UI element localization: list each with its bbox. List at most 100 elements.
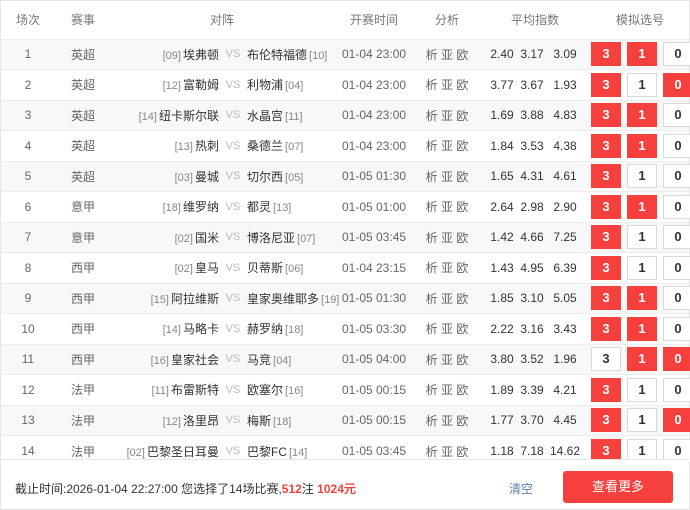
asian-odds-link[interactable]: 亚 [441,48,453,62]
home-team[interactable]: [02] 皇马 [111,253,221,284]
clear-button[interactable]: 清空 [509,480,533,497]
view-more-button[interactable]: 查看更多 [563,471,673,503]
analysis-link[interactable]: 析 [426,139,438,153]
asian-odds-link[interactable]: 亚 [441,139,453,153]
euro-odds-link[interactable]: 欧 [456,170,468,184]
away-team[interactable]: 布伦特福德 [10] [245,39,333,70]
asian-odds-link[interactable]: 亚 [441,78,453,92]
pick-button-3[interactable]: 3 [591,408,622,433]
euro-odds-link[interactable]: 欧 [456,445,468,459]
pick-button-1[interactable]: 1 [627,72,658,97]
pick-button-0[interactable]: 0 [663,286,690,311]
home-team[interactable]: [03] 曼城 [111,161,221,192]
asian-odds-link[interactable]: 亚 [441,353,453,367]
pick-button-1[interactable]: 1 [627,377,658,402]
asian-odds-link[interactable]: 亚 [441,231,453,245]
pick-button-1[interactable]: 1 [627,103,658,128]
analysis-link[interactable]: 析 [426,322,438,336]
analysis-link[interactable]: 析 [426,170,438,184]
pick-button-0[interactable]: 0 [663,42,690,67]
away-team[interactable]: 水晶宫 [11] [245,100,333,131]
pick-button-0[interactable]: 0 [663,255,690,280]
euro-odds-link[interactable]: 欧 [456,231,468,245]
away-team[interactable]: 欧塞尔 [16] [245,375,333,406]
away-team[interactable]: 贝蒂斯 [06] [245,253,333,284]
analysis-link[interactable]: 析 [426,445,438,459]
asian-odds-link[interactable]: 亚 [441,261,453,275]
home-team[interactable]: [14] 纽卡斯尔联 [111,100,221,131]
pick-button-1[interactable]: 1 [627,316,658,341]
euro-odds-link[interactable]: 欧 [456,322,468,336]
euro-odds-link[interactable]: 欧 [456,109,468,123]
away-team[interactable]: 切尔西 [05] [245,161,333,192]
analysis-link[interactable]: 析 [426,292,438,306]
asian-odds-link[interactable]: 亚 [441,109,453,123]
pick-button-0[interactable]: 0 [663,164,690,189]
home-team[interactable]: [12] 洛里昂 [111,405,221,436]
asian-odds-link[interactable]: 亚 [441,322,453,336]
pick-button-1[interactable]: 1 [627,286,658,311]
pick-button-3[interactable]: 3 [591,72,622,97]
away-team[interactable]: 皇家奥维耶多 [19] [245,283,339,314]
euro-odds-link[interactable]: 欧 [456,139,468,153]
pick-button-0[interactable]: 0 [663,133,690,158]
pick-button-0[interactable]: 0 [663,194,690,219]
pick-button-3[interactable]: 3 [591,164,622,189]
analysis-link[interactable]: 析 [426,261,438,275]
analysis-link[interactable]: 析 [426,414,438,428]
away-team[interactable]: 博洛尼亚 [07] [245,222,333,253]
pick-button-3[interactable]: 3 [591,255,622,280]
pick-button-0[interactable]: 0 [663,377,690,402]
away-team[interactable]: 桑德兰 [07] [245,131,333,162]
pick-button-0[interactable]: 0 [663,408,690,433]
pick-button-3[interactable]: 3 [591,194,622,219]
pick-button-3[interactable]: 3 [591,377,622,402]
home-team[interactable]: [11] 布雷斯特 [111,375,221,406]
away-team[interactable]: 马竞 [04] [245,344,333,375]
pick-button-3[interactable]: 3 [591,316,622,341]
pick-button-1[interactable]: 1 [627,347,658,372]
asian-odds-link[interactable]: 亚 [441,445,453,459]
pick-button-1[interactable]: 1 [627,255,658,280]
pick-button-3[interactable]: 3 [591,286,622,311]
analysis-link[interactable]: 析 [426,109,438,123]
analysis-link[interactable]: 析 [426,353,438,367]
euro-odds-link[interactable]: 欧 [456,200,468,214]
asian-odds-link[interactable]: 亚 [441,170,453,184]
euro-odds-link[interactable]: 欧 [456,78,468,92]
home-team[interactable]: [02] 国米 [111,222,221,253]
asian-odds-link[interactable]: 亚 [441,414,453,428]
home-team[interactable]: [12] 富勒姆 [111,70,221,101]
analysis-link[interactable]: 析 [426,383,438,397]
pick-button-1[interactable]: 1 [627,408,658,433]
euro-odds-link[interactable]: 欧 [456,292,468,306]
home-team[interactable]: [09] 埃弗顿 [111,39,221,70]
pick-button-3[interactable]: 3 [591,225,622,250]
euro-odds-link[interactable]: 欧 [456,48,468,62]
asian-odds-link[interactable]: 亚 [441,200,453,214]
home-team[interactable]: [13] 热刺 [111,131,221,162]
pick-button-0[interactable]: 0 [663,72,690,97]
pick-button-0[interactable]: 0 [663,316,690,341]
pick-button-1[interactable]: 1 [627,133,658,158]
home-team[interactable]: [14] 马略卡 [111,314,221,345]
pick-button-0[interactable]: 0 [663,103,690,128]
away-team[interactable]: 梅斯 [18] [245,405,333,436]
analysis-link[interactable]: 析 [426,200,438,214]
pick-button-3[interactable]: 3 [591,42,622,67]
pick-button-0[interactable]: 0 [663,225,690,250]
pick-button-3[interactable]: 3 [591,347,622,372]
analysis-link[interactable]: 析 [426,78,438,92]
pick-button-3[interactable]: 3 [591,103,622,128]
pick-button-1[interactable]: 1 [627,225,658,250]
pick-button-1[interactable]: 1 [627,42,658,67]
euro-odds-link[interactable]: 欧 [456,261,468,275]
away-team[interactable]: 利物浦 [04] [245,70,333,101]
pick-button-3[interactable]: 3 [591,133,622,158]
pick-button-1[interactable]: 1 [627,194,658,219]
asian-odds-link[interactable]: 亚 [441,383,453,397]
home-team[interactable]: [15] 阿拉维斯 [111,283,221,314]
away-team[interactable]: 都灵 [13] [245,192,333,223]
asian-odds-link[interactable]: 亚 [441,292,453,306]
euro-odds-link[interactable]: 欧 [456,353,468,367]
